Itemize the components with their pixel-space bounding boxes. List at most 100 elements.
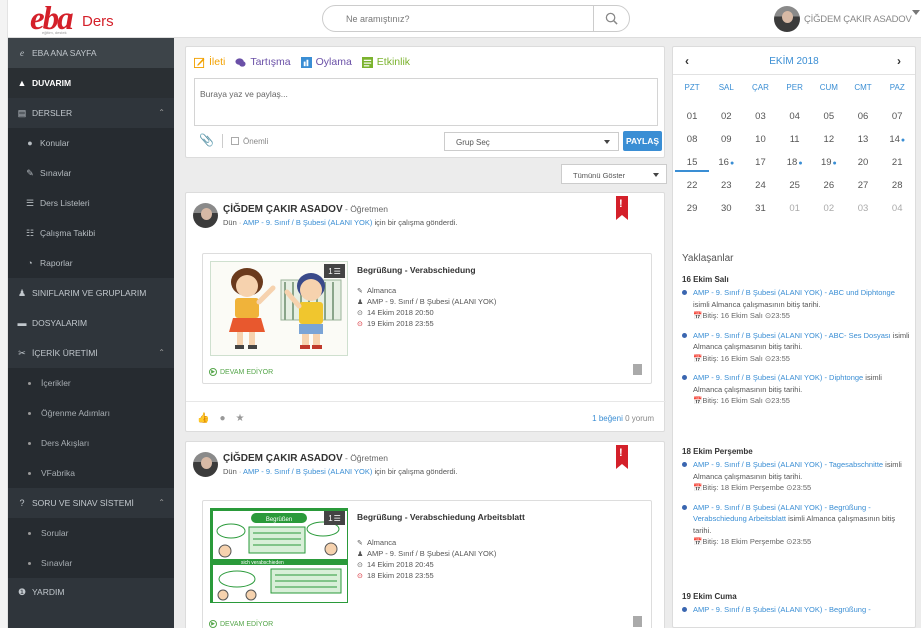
sidebar-item-eba-home[interactable]: e EBA ANA SAYFA [8,38,174,68]
clock-icon: ⊙ [357,320,363,328]
calendar-day[interactable]: 14● [880,126,914,149]
calendar-day[interactable]: 17 [743,149,777,172]
tab-discussion[interactable]: Tartışma [235,56,291,68]
star-icon[interactable]: ★ [236,413,245,424]
upcoming-event-link[interactable]: AMP - 9. Sınıf / B Şubesi (ALANI YOK) - … [693,605,871,614]
calendar-day[interactable]: 20 [846,149,880,172]
group-select[interactable]: Grup Seç [444,132,619,151]
calendar-day[interactable]: 12 [812,126,846,149]
sidebar-item-contents[interactable]: İçerikler [8,368,174,398]
calendar-day[interactable]: 30 [709,195,743,218]
calendar-day[interactable]: 31 [743,195,777,218]
edit-icon [194,57,205,68]
search-box[interactable]: Ne aramıştınız? [322,5,630,32]
calendar-day[interactable]: 18● [778,149,812,172]
calendar-day[interactable]: 22 [675,172,709,195]
calendar-day[interactable]: 16● [709,149,743,172]
upcoming-event-link[interactable]: AMP - 9. Sınıf / B Şubesi (ALANI YOK) - … [693,331,891,340]
sidebar-item-files[interactable]: ▬ DOSYALARIM [8,308,174,338]
important-checkbox[interactable] [231,137,239,145]
calendar-day[interactable]: 09 [709,126,743,149]
calendar-day[interactable]: 01 [778,195,812,218]
sidebar-item-content-production[interactable]: ✂ İÇERİK ÜRETİMİ ⌃ [8,338,174,368]
user-menu[interactable]: ÇİĞDEM ÇAKIR ASADOV [774,5,912,33]
calendar-day[interactable]: 06 [846,103,880,126]
post-textarea[interactable]: Buraya yaz ve paylaş... [194,78,658,126]
search-input[interactable]: Ne aramıştınız? [346,14,410,24]
sidebar-item-wall[interactable]: ▲ DUVARIM [8,68,174,98]
tab-poll[interactable]: Oylama [300,56,352,68]
calendar-day[interactable]: 05 [812,103,846,126]
upcoming-event-link[interactable]: AMP - 9. Sınıf / B Şubesi (ALANI YOK) - … [693,460,883,469]
calendar-day-number: 19 [820,157,832,168]
clock-icon: ⊙ [357,309,363,317]
end-text: 19 Ekim 2018 23:55 [367,319,434,328]
assignment-title[interactable]: Begrüßung - Verabschiedung [357,265,476,275]
assignment-card[interactable]: Begrüßen sich verabschieden 1 ☰ Begrüßung… [202,500,652,628]
calendar-day[interactable]: 21 [880,149,914,172]
calendar-day[interactable]: 03 [846,195,880,218]
calendar-day[interactable]: 01 [675,103,709,126]
post-target-link[interactable]: AMP - 9. Sınıf / B Şubesi (ALANI YOK) [243,218,372,227]
calendar-day[interactable]: 04 [880,195,914,218]
sidebar-item-vfabrika[interactable]: VFabrika [8,458,174,488]
post-stats: 1 beğeni 0 yorum [592,414,654,423]
calendar-day[interactable]: 07 [880,103,914,126]
calendar-day[interactable]: 23 [709,172,743,195]
sidebar-item-quiz-exams[interactable]: Sınavlar [8,548,174,578]
sidebar-item-study-tracking[interactable]: ☷ Çalışma Takibi [8,218,174,248]
assignment-title[interactable]: Begrüßung - Verabschiedung Arbeitsblatt [357,512,525,522]
post-author-avatar[interactable] [193,452,218,477]
calendar-day[interactable]: 28 [880,172,914,195]
calendar-day-number: 23 [720,180,732,191]
author-name[interactable]: ÇİĞDEM ÇAKIR ASADOV [223,204,343,215]
calendar-day[interactable]: 08 [675,126,709,149]
attachment-icon[interactable]: 📎 [199,133,214,147]
calendar-day[interactable]: 11 [778,126,812,149]
calendar-day[interactable]: 10 [743,126,777,149]
share-button[interactable]: PAYLAŞ [623,131,662,151]
sidebar-item-exams[interactable]: ✎ Sınavlar [8,158,174,188]
comments-count[interactable]: 0 yorum [625,414,654,423]
upcoming-event-link[interactable]: AMP - 9. Sınıf / B Şubesi (ALANI YOK) - … [693,373,863,382]
calendar-day[interactable]: 29 [675,195,709,218]
sidebar-item-topics[interactable]: ● Konular [8,128,174,158]
calendar-day[interactable]: 02 [709,103,743,126]
post-author-avatar[interactable] [193,203,218,228]
upcoming-event: AMP - 9. Sınıf / B Şubesi (ALANI YOK) - … [682,604,910,616]
calendar-day[interactable]: 04 [778,103,812,126]
sidebar-item-reports[interactable]: ◔ Raporlar [8,248,174,278]
calendar-day[interactable]: 24 [743,172,777,195]
calendar-day[interactable]: 02 [812,195,846,218]
next-month-button[interactable]: › [897,54,901,68]
eba-logo[interactable]: eba Ders eğitim, destek [30,3,114,36]
calendar-day[interactable]: 27 [846,172,880,195]
calendar-day[interactable]: 26 [812,172,846,195]
sidebar-item-quiz-system[interactable]: ? SORU VE SINAV SİSTEMİ ⌃ [8,488,174,518]
search-button[interactable] [593,6,629,31]
sidebar-item-course-lists[interactable]: ☰ Ders Listeleri [8,188,174,218]
upcoming-event-text: isimli Almanca çalışmasının bitiş tarihi… [693,299,821,309]
user-dropdown-caret-icon[interactable] [912,10,920,15]
sidebar-item-classes-groups[interactable]: ♟ SINIFLARIM VE GRUPLARIM [8,278,174,308]
likes-count[interactable]: 1 beğeni [592,414,623,423]
like-icon[interactable]: 👍 [197,413,209,424]
tab-activity[interactable]: Etkinlik [361,56,410,68]
calendar-day[interactable]: 19● [812,149,846,172]
assignment-card[interactable]: 1 ☰ Begrüßung - Verabschiedung ✎ Almanca ♟… [202,253,652,384]
comment-icon[interactable]: ● [219,413,225,424]
calendar-day[interactable]: 13 [846,126,880,149]
feed-filter-select[interactable]: Tümünü Göster [561,164,667,184]
calendar-day[interactable]: 03 [743,103,777,126]
author-name[interactable]: ÇİĞDEM ÇAKIR ASADOV [223,453,343,464]
sidebar-item-lesson-flows[interactable]: Ders Akışları [8,428,174,458]
sidebar-item-questions[interactable]: Sorular [8,518,174,548]
upcoming-event-link[interactable]: AMP - 9. Sınıf / B Şubesi (ALANI YOK) - … [693,288,895,297]
tab-message[interactable]: İleti [194,56,225,68]
sidebar-item-learning-steps[interactable]: Öğrenme Adımları [8,398,174,428]
sidebar-item-help[interactable]: ❶ YARDIM [8,578,174,606]
post-target-link[interactable]: AMP - 9. Sınıf / B Şubesi (ALANI YOK) [243,467,372,476]
calendar-day[interactable]: 15 [675,149,710,172]
calendar-day[interactable]: 25 [778,172,812,195]
sidebar-item-courses[interactable]: ▤ DERSLER ⌃ [8,98,174,128]
